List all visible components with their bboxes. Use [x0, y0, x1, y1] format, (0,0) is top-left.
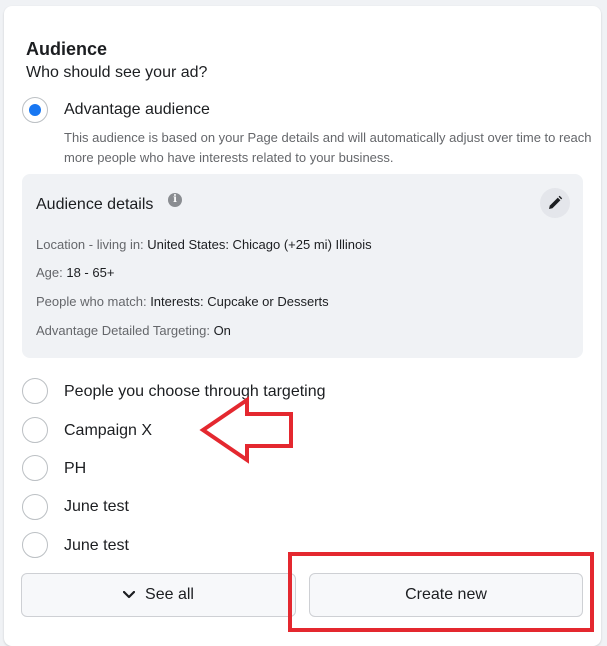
audience-details-title: Audience details	[36, 196, 154, 213]
radio-option-campaign-x[interactable]	[22, 417, 48, 443]
option-label-advantage-audience: Advantage audience	[64, 101, 210, 118]
audience-details-panel: Audience details i Location - living in:…	[22, 174, 583, 358]
detail-row-interests: People who match: Interests: Cupcake or …	[36, 294, 329, 309]
radio-option-ph[interactable]	[22, 455, 48, 481]
edit-audience-button[interactable]	[540, 188, 570, 218]
advantage-description: This audience is based on your Page deta…	[64, 130, 592, 165]
see-all-button[interactable]: See all	[21, 573, 296, 617]
option-label-campaign-x: Campaign X	[64, 422, 153, 439]
radio-option-targeting[interactable]	[22, 378, 48, 404]
see-all-label: See all	[145, 586, 194, 603]
info-icon[interactable]: i	[168, 193, 182, 207]
radio-advantage-audience[interactable]	[22, 97, 48, 123]
detail-row-detailed-targeting: Advantage Detailed Targeting: On	[36, 323, 231, 338]
option-label-june-test-2: June test	[64, 537, 129, 554]
detail-row-age: Age: 18 - 65+	[36, 265, 115, 280]
audience-card: Audience Who should see your ad? Advanta…	[4, 6, 601, 646]
section-subtitle: Who should see your ad?	[26, 64, 208, 81]
pencil-icon	[549, 195, 563, 209]
section-title: Audience	[26, 39, 108, 59]
left-arrow-annotation-icon	[199, 396, 293, 464]
option-label-ph: PH	[64, 460, 87, 477]
chevron-down-icon	[122, 586, 136, 604]
highlight-box	[288, 552, 594, 632]
detail-row-location: Location - living in: United States: Chi…	[36, 237, 372, 252]
radio-option-june-test-2[interactable]	[22, 532, 48, 558]
radio-option-june-test-1[interactable]	[22, 494, 48, 520]
option-label-june-test-1: June test	[64, 498, 129, 515]
